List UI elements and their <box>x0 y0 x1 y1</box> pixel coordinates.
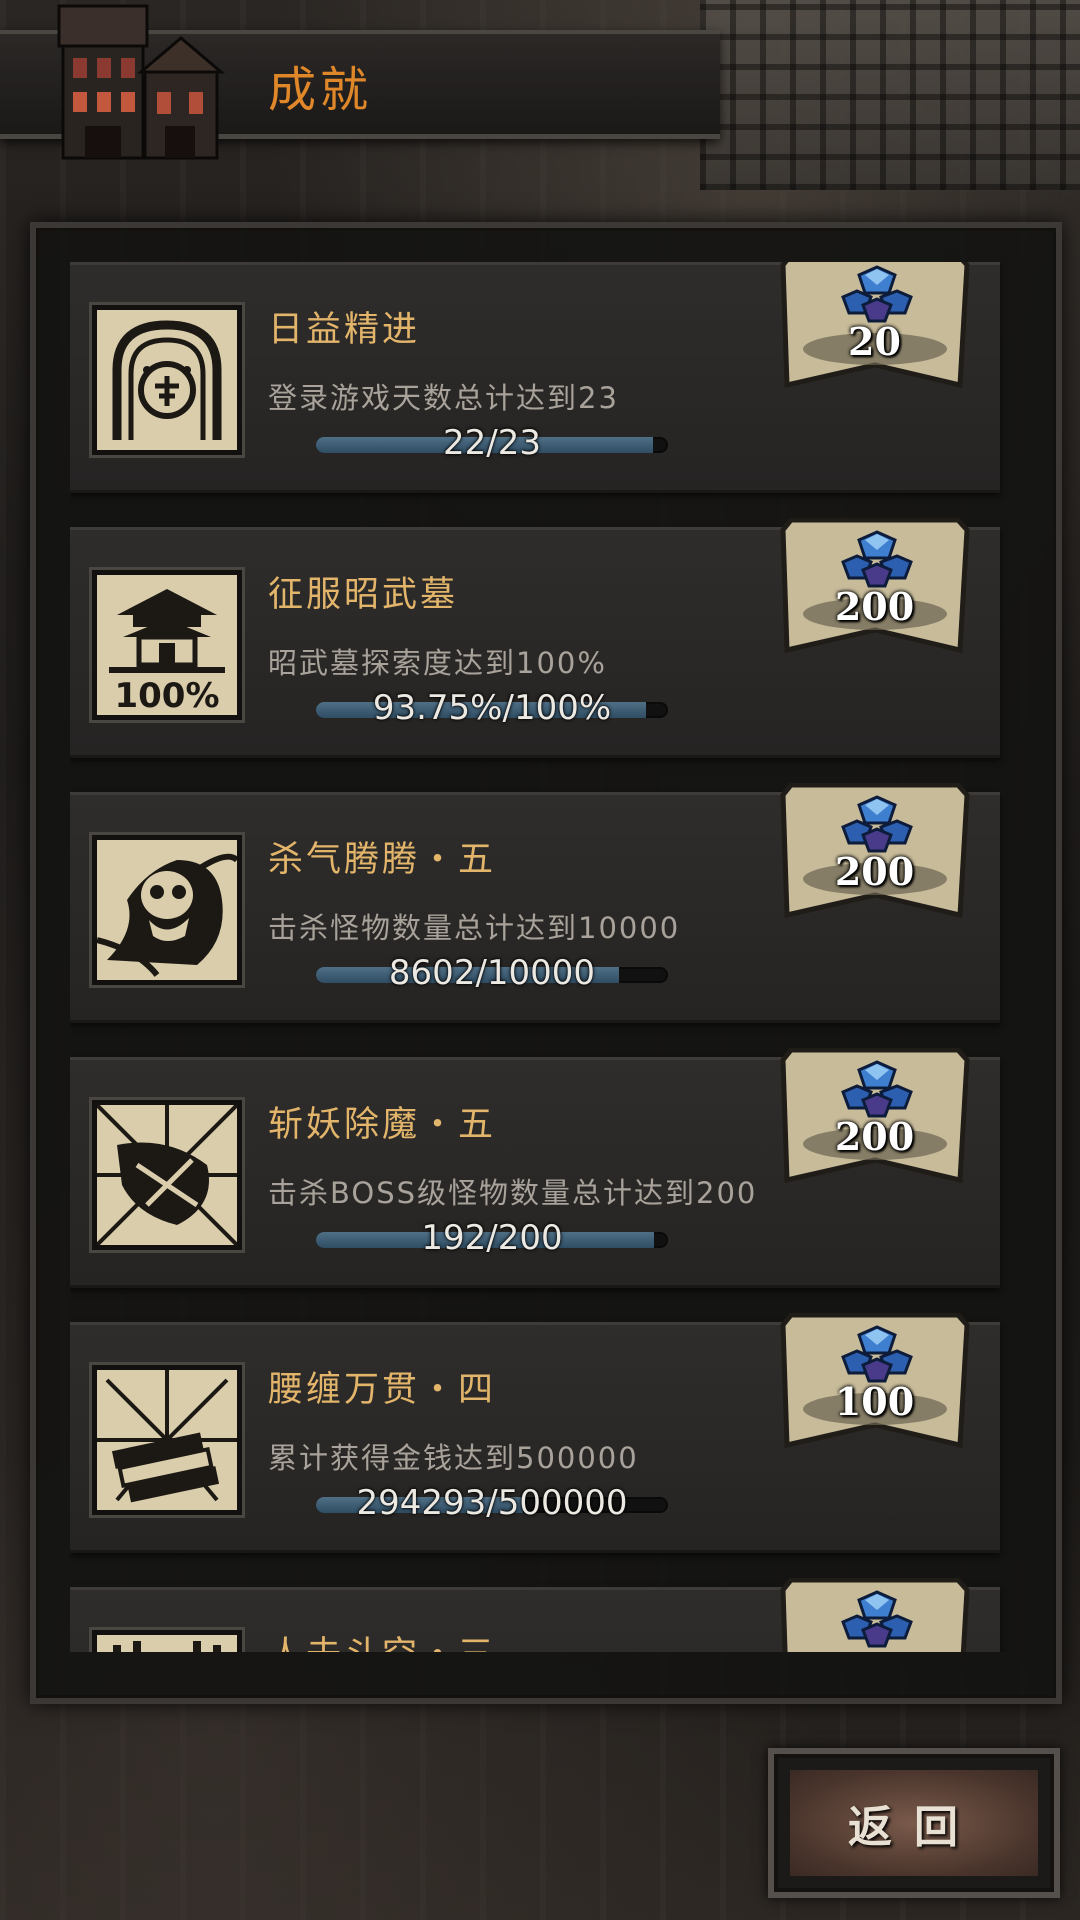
window-lattice <box>700 0 1080 190</box>
achievement-card[interactable]: 人去斗空・三 <box>70 1587 1000 1652</box>
progress-text: 22/23 <box>443 423 541 463</box>
reward-amount: 100 <box>834 1379 915 1424</box>
achievement-name: 腰缠万贯・四 <box>268 1370 497 1410</box>
achievement-name: 征服昭武墓 <box>268 575 459 615</box>
achievement-description: 昭武墓探索度达到100% <box>268 646 607 680</box>
demon-slash-icon <box>92 1100 242 1250</box>
achievement-card[interactable]: 100% 征服昭武墓 昭武墓探索度达到100% 93.75%/100% 200 <box>70 527 1000 758</box>
achievement-description: 击杀BOSS级怪物数量总计达到200 <box>268 1176 758 1210</box>
money-stack-icon <box>92 1365 242 1515</box>
progress-text: 93.75%/100% <box>372 688 612 728</box>
reward-banner[interactable]: 200 <box>777 783 972 933</box>
progress-text: 294293/500000 <box>356 1483 628 1523</box>
reward-banner[interactable]: 20 <box>777 262 972 403</box>
tomb-pagoda-icon: 100% <box>92 570 242 720</box>
achievement-card[interactable]: 斩妖除魔・五 击杀BOSS级怪物数量总计达到200 192/200 200 <box>70 1057 1000 1288</box>
return-button-face[interactable]: 返回 <box>790 1770 1038 1876</box>
achievement-card[interactable]: 杀气腾腾・五 击杀怪物数量总计达到10000 8602/10000 200 <box>70 792 1000 1023</box>
reward-banner[interactable]: 200 <box>777 518 972 668</box>
achievement-description: 击杀怪物数量总计达到10000 <box>268 911 681 945</box>
achievement-name: 斩妖除魔・五 <box>268 1105 497 1145</box>
achievement-name: 人去斗空・三 <box>268 1626 496 1652</box>
reward-amount: 200 <box>834 849 915 894</box>
achievement-name: 日益精进 <box>268 310 421 350</box>
building-icon <box>55 0 226 165</box>
calendar-seal-icon <box>92 305 242 455</box>
achievement-card[interactable]: 腰缠万贯・四 累计获得金钱达到500000 294293/500000 100 <box>70 1322 1000 1553</box>
reward-amount: 20 <box>848 319 901 364</box>
reward-amount: 200 <box>834 1114 915 1159</box>
return-button-label: 返回 <box>848 1802 980 1853</box>
hand-icon <box>92 1630 242 1652</box>
progress-text: 192/200 <box>421 1218 563 1258</box>
reward-banner[interactable]: 100 <box>777 1313 972 1463</box>
skull-monster-icon <box>92 835 242 985</box>
return-button[interactable]: 返回 <box>768 1748 1060 1898</box>
reward-banner[interactable]: 200 <box>777 1048 972 1198</box>
achievement-card[interactable]: 日益精进 登录游戏天数总计达到23 22/23 20 <box>70 262 1000 493</box>
progress-text: 8602/10000 <box>388 953 596 993</box>
achievement-description: 登录游戏天数总计达到23 <box>268 381 619 415</box>
reward-amount: 200 <box>834 584 915 629</box>
achievement-name: 杀气腾腾・五 <box>268 840 497 880</box>
achievement-list[interactable]: 日益精进 登录游戏天数总计达到23 22/23 20 100% 征服昭武墓 昭武… <box>70 262 1010 1652</box>
reward-banner[interactable] <box>777 1578 972 1652</box>
achievement-description: 累计获得金钱达到500000 <box>268 1441 639 1475</box>
page-title: 成就 <box>268 62 373 118</box>
icon-label: 100% <box>114 676 219 715</box>
